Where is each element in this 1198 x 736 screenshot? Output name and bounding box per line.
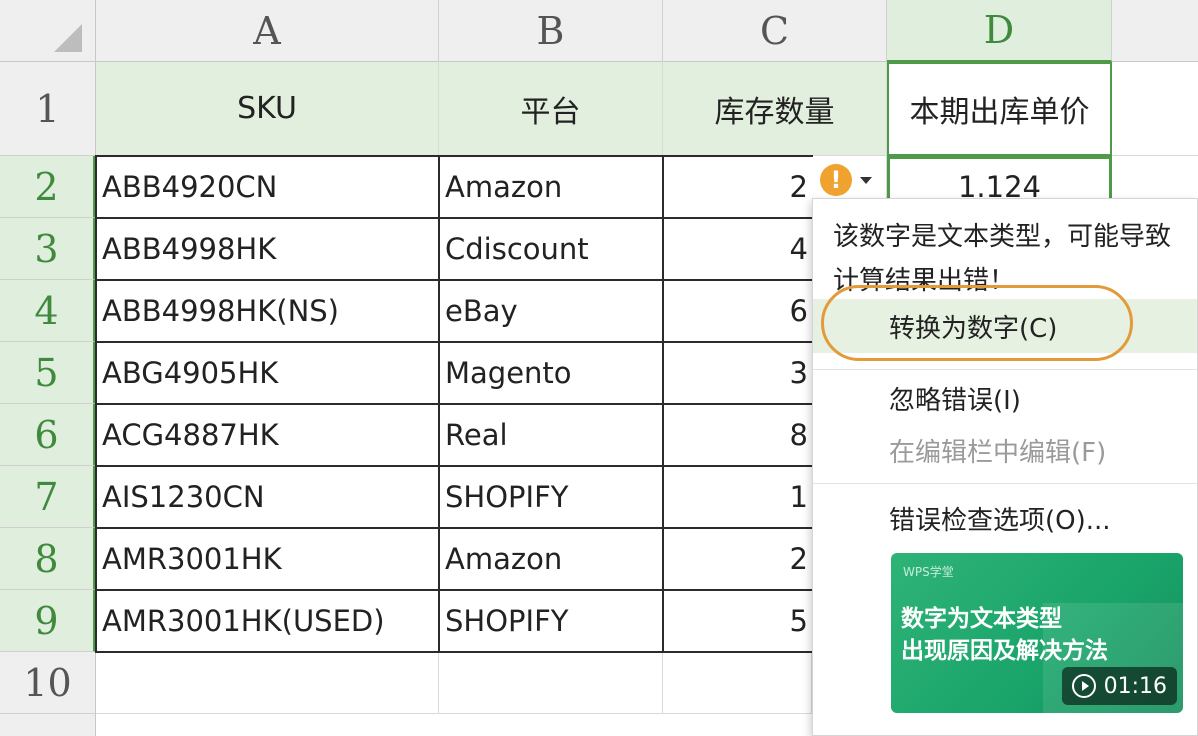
row-header-3[interactable]: 3 [0,218,96,280]
cell-sku[interactable]: ABB4920CN [96,156,439,218]
column-header-d[interactable]: D [887,0,1112,62]
video-duration-badge[interactable]: 01:16 [1061,667,1177,705]
cell-platform[interactable]: Amazon [439,528,663,590]
table-border-row [95,403,813,405]
column-header-e[interactable] [1112,0,1198,62]
error-options-menu: 该数字是文本类型，可能导致计算结果出错！ 转换为数字(C) 忽略错误(I) 在编… [812,198,1198,736]
video-duration: 01:16 [1103,673,1167,699]
row-header-7[interactable]: 7 [0,466,96,528]
warning-message: 该数字是文本类型，可能导致计算结果出错！ [833,222,1172,296]
table-border-bottom [95,651,813,653]
table-border-top [95,155,813,157]
cell-sku[interactable]: ABG4905HK [96,342,439,404]
cell-sku[interactable]: ABB4998HK [96,218,439,280]
table-border-row [95,465,813,467]
cell-empty[interactable] [439,652,663,714]
cell-platform[interactable]: SHOPIFY [439,466,663,528]
table-border-row [95,527,813,529]
menu-separator [813,369,1197,370]
cell-sku[interactable]: ABB4998HK(NS) [96,280,439,342]
chevron-down-icon [860,176,872,184]
column-header-c[interactable]: C [663,0,887,62]
error-check-button[interactable]: ! [812,160,884,200]
cell-a1-header[interactable]: SKU [96,62,439,156]
row-header-11[interactable] [0,714,96,736]
cell-platform[interactable]: Amazon [439,156,663,218]
video-card[interactable]: WPS学堂 数字为文本类型 出现原因及解决方法 01:16 [891,553,1183,713]
table-border-row [95,279,813,281]
video-title: 数字为文本类型 出现原因及解决方法 [901,603,1108,667]
cell-platform[interactable]: Magento [439,342,663,404]
row-header-9[interactable]: 9 [0,590,96,652]
play-icon [1071,674,1096,698]
cell-empty[interactable] [96,652,439,714]
select-all-icon [54,24,82,52]
menu-separator [813,483,1197,484]
cell-sku[interactable]: AMR3001HK [96,528,439,590]
cell-e1[interactable] [1112,62,1198,156]
video-brand: WPS学堂 [903,565,954,579]
table-border-row [95,341,813,343]
cell-platform[interactable]: Cdiscount [439,218,663,280]
column-header-b[interactable]: B [439,0,663,62]
table-border-row [95,217,813,219]
cell-c1-header[interactable]: 库存数量 [663,62,887,156]
row-header-10[interactable]: 10 [0,652,96,714]
cell-b1-header[interactable]: 平台 [439,62,663,156]
cell-platform[interactable]: Real [439,404,663,466]
row-header-6[interactable]: 6 [0,404,96,466]
video-title-line: 出现原因及解决方法 [901,638,1108,664]
edit-in-formula-bar-item[interactable]: 在编辑栏中编辑(F) [813,423,1197,477]
video-title-line: 数字为文本类型 [901,606,1062,632]
ignore-error-item[interactable]: 忽略错误(I) [813,371,1197,425]
error-check-options-item[interactable]: 错误检查选项(O)... [813,491,1197,545]
cell-d1-header[interactable]: 本期出库单价 [887,62,1112,156]
row-header-4[interactable]: 4 [0,280,96,342]
row-header-1[interactable]: 1 [0,62,96,156]
select-all-corner[interactable] [0,0,96,62]
row-header-8[interactable]: 8 [0,528,96,590]
cell-platform[interactable]: eBay [439,280,663,342]
cell-sku[interactable]: AMR3001HK(USED) [96,590,439,652]
row-header-5[interactable]: 5 [0,342,96,404]
convert-to-number-item[interactable]: 转换为数字(C) [813,299,1197,353]
row-header-2[interactable]: 2 [0,156,96,218]
cell-sku[interactable]: AIS1230CN [96,466,439,528]
cell-sku[interactable]: ACG4887HK [96,404,439,466]
cell-platform[interactable]: SHOPIFY [439,590,663,652]
column-header-a[interactable]: A [96,0,439,62]
exclamation-icon: ! [820,164,852,196]
table-border-row [95,589,813,591]
cell-empty[interactable] [663,652,812,714]
